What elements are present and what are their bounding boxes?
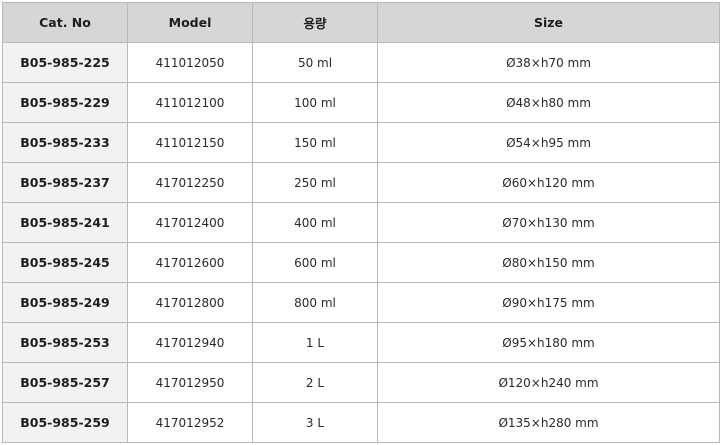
table-header: Cat. No Model 용량 Size	[2, 2, 720, 43]
model-cell: 417012600	[127, 242, 253, 283]
header-cat-no: Cat. No	[2, 2, 128, 43]
cat-no-cell: B05-985-241	[2, 202, 128, 243]
size-cell: Ø80×h150 mm	[377, 242, 720, 283]
size-cell: Ø95×h180 mm	[377, 322, 720, 363]
cat-no-cell: B05-985-249	[2, 282, 128, 323]
cat-no-cell: B05-985-257	[2, 362, 128, 403]
cat-no-cell: B05-985-237	[2, 162, 128, 203]
cat-no-cell: B05-985-253	[2, 322, 128, 363]
cat-no-cell: B05-985-259	[2, 402, 128, 443]
model-cell: 417012952	[127, 402, 253, 443]
volume-cell: 3 L	[252, 402, 378, 443]
cat-no-cell: B05-985-225	[2, 42, 128, 83]
volume-cell: 50 ml	[252, 42, 378, 83]
table-row: B05-985-225 411012050 50 ml Ø38×h70 mm	[2, 42, 720, 83]
table-row: B05-985-249 417012800 800 ml Ø90×h175 mm	[2, 282, 720, 323]
table-row: B05-985-241 417012400 400 ml Ø70×h130 mm	[2, 202, 720, 243]
table-row: B05-985-259 417012952 3 L Ø135×h280 mm	[2, 402, 720, 443]
model-cell: 411012050	[127, 42, 253, 83]
cat-no-cell: B05-985-245	[2, 242, 128, 283]
size-cell: Ø120×h240 mm	[377, 362, 720, 403]
cat-no-cell: B05-985-233	[2, 122, 128, 163]
table-row: B05-985-245 417012600 600 ml Ø80×h150 mm	[2, 242, 720, 283]
header-volume: 용량	[252, 2, 378, 43]
size-cell: Ø38×h70 mm	[377, 42, 720, 83]
table-row: B05-985-257 417012950 2 L Ø120×h240 mm	[2, 362, 720, 403]
model-cell: 417012400	[127, 202, 253, 243]
header-row: Cat. No Model 용량 Size	[2, 2, 720, 43]
model-cell: 411012100	[127, 82, 253, 123]
volume-cell: 600 ml	[252, 242, 378, 283]
model-cell: 417012800	[127, 282, 253, 323]
volume-cell: 100 ml	[252, 82, 378, 123]
table-row: B05-985-229 411012100 100 ml Ø48×h80 mm	[2, 82, 720, 123]
header-size: Size	[377, 2, 720, 43]
table-row: B05-985-253 417012940 1 L Ø95×h180 mm	[2, 322, 720, 363]
volume-cell: 800 ml	[252, 282, 378, 323]
size-cell: Ø48×h80 mm	[377, 82, 720, 123]
product-spec-table: Cat. No Model 용량 Size B05-985-225 411012…	[2, 2, 720, 443]
cat-no-cell: B05-985-229	[2, 82, 128, 123]
table-body: B05-985-225 411012050 50 ml Ø38×h70 mm B…	[2, 42, 720, 443]
model-cell: 417012940	[127, 322, 253, 363]
table-row: B05-985-233 411012150 150 ml Ø54×h95 mm	[2, 122, 720, 163]
volume-cell: 400 ml	[252, 202, 378, 243]
size-cell: Ø70×h130 mm	[377, 202, 720, 243]
model-cell: 417012250	[127, 162, 253, 203]
header-model: Model	[127, 2, 253, 43]
table-row: B05-985-237 417012250 250 ml Ø60×h120 mm	[2, 162, 720, 203]
volume-cell: 150 ml	[252, 122, 378, 163]
size-cell: Ø90×h175 mm	[377, 282, 720, 323]
size-cell: Ø54×h95 mm	[377, 122, 720, 163]
size-cell: Ø60×h120 mm	[377, 162, 720, 203]
volume-cell: 250 ml	[252, 162, 378, 203]
size-cell: Ø135×h280 mm	[377, 402, 720, 443]
model-cell: 411012150	[127, 122, 253, 163]
model-cell: 417012950	[127, 362, 253, 403]
volume-cell: 2 L	[252, 362, 378, 403]
volume-cell: 1 L	[252, 322, 378, 363]
